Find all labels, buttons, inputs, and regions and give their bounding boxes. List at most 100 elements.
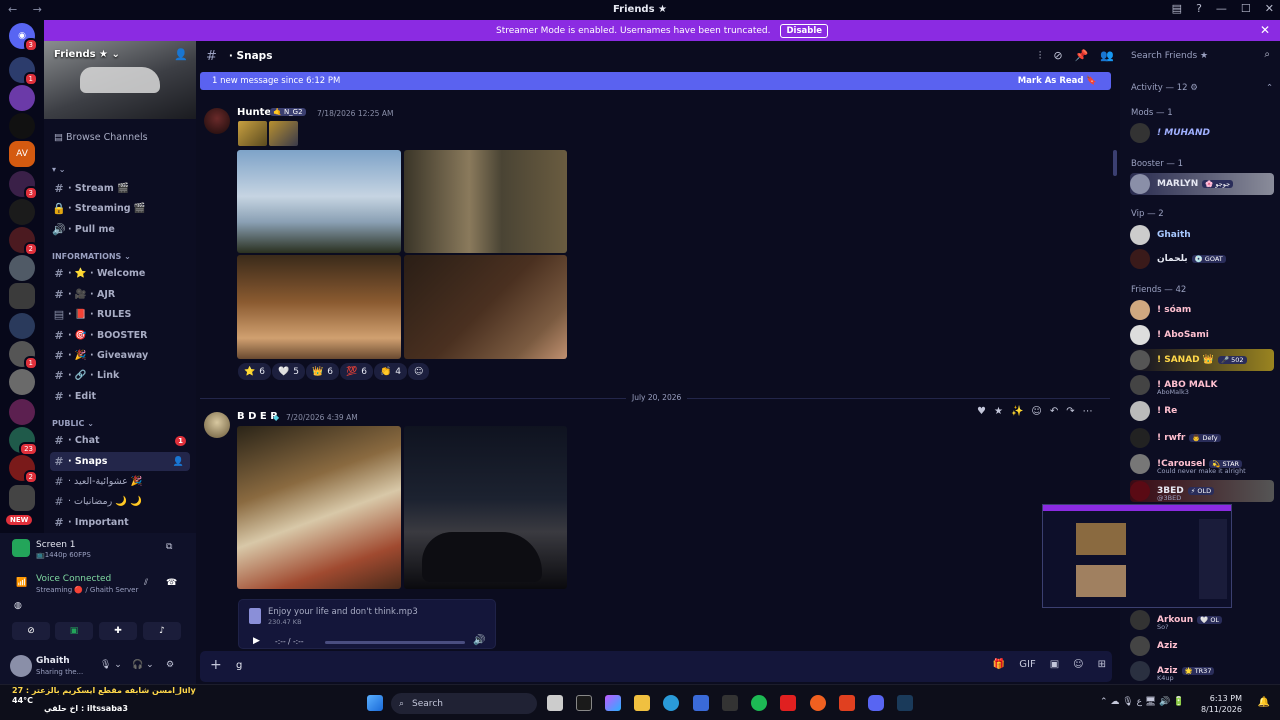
channel-streaming[interactable]: 🔒 · Streaming 🎬	[50, 199, 190, 218]
audio-progress[interactable]	[325, 641, 465, 644]
user-avatar[interactable]	[10, 655, 32, 677]
server-icon-2[interactable]	[9, 85, 35, 111]
mic-icon[interactable]: 🎙 ⌄	[100, 660, 122, 670]
heart-react-icon[interactable]: ♥	[977, 406, 986, 417]
member-row[interactable]: MARLYN 🌸 جوجو	[1130, 173, 1274, 195]
collapsed-category[interactable]: ▾ ⌄	[52, 165, 66, 174]
channel-pull-me[interactable]: 🔊 · Pull me	[50, 220, 190, 239]
apps-icon[interactable]: ⊞	[1098, 659, 1106, 670]
help-icon[interactable]: ?	[1196, 2, 1202, 15]
new-messages-bar[interactable]: 1 new message since 6:12 PM Mark As Read…	[200, 72, 1111, 90]
camera-off-button[interactable]: ⊘	[12, 622, 50, 640]
member-row[interactable]: Aziz 🌟 TR37 K4up	[1130, 660, 1274, 682]
channel-ramadan[interactable]: # · رمضانيات 🌙 🌙	[50, 492, 190, 511]
gif-icon[interactable]: GIF	[1019, 659, 1035, 670]
threads-icon[interactable]: ⫶	[1039, 49, 1042, 63]
activity-header[interactable]: Activity — 12 ⚙	[1131, 83, 1198, 93]
channel-important[interactable]: # · Important	[50, 513, 190, 532]
windows-start-icon[interactable]	[367, 695, 383, 711]
channel-giveaway[interactable]: # · 🎉 · Giveaway	[50, 346, 190, 365]
volume-icon[interactable]: 🔊	[473, 635, 485, 646]
sparkle-react-icon[interactable]: ✨	[1011, 406, 1023, 417]
server-icon-10[interactable]	[9, 313, 35, 339]
edge-icon[interactable]	[663, 695, 679, 711]
activity-button[interactable]: ✚	[99, 622, 137, 640]
search-icon[interactable]: ⌕	[1264, 49, 1270, 60]
channel-booster[interactable]: # · 🎯 · BOOSTER	[50, 326, 190, 345]
spotify-icon[interactable]	[751, 695, 767, 711]
channel-ajr[interactable]: # · 🎥 · AJR	[50, 285, 190, 304]
add-member-icon[interactable]: 👤	[173, 457, 184, 467]
server-icon-1[interactable]: 1	[9, 57, 38, 86]
forward-icon[interactable]: ↷	[1066, 406, 1074, 417]
emoji-icon[interactable]: ☺	[1073, 659, 1083, 670]
reaction-clap[interactable]: 👏 4	[374, 363, 407, 380]
photo-coffee[interactable]	[404, 255, 567, 359]
photo-restaurant[interactable]	[237, 255, 401, 359]
youtube-icon[interactable]	[780, 695, 796, 711]
member-row[interactable]: ! SANAD 👑 🎤 502	[1130, 349, 1274, 371]
discord-home-icon[interactable]: ◉ 3	[9, 23, 38, 52]
screen-share-preview[interactable]	[1042, 504, 1232, 608]
author-avatar[interactable]	[204, 108, 230, 134]
member-row[interactable]: ! Re	[1130, 400, 1274, 422]
reply-icon[interactable]: ↶	[1050, 406, 1058, 417]
notification-bell-icon[interactable]: ⊘	[1053, 49, 1062, 63]
server-icon-12[interactable]	[9, 369, 35, 395]
composer-input[interactable]: g	[236, 660, 242, 671]
browse-channels[interactable]: ▤ Browse Channels	[54, 132, 148, 143]
add-reaction-icon[interactable]: ☺	[1031, 406, 1041, 417]
category-informations[interactable]: INFORMATIONS ⌄	[52, 252, 131, 261]
member-row[interactable]: ! ABO MALK AboMalk3	[1130, 374, 1274, 396]
noise-icon[interactable]: ⫽	[144, 578, 148, 588]
server-icon-15[interactable]: 2	[9, 455, 38, 484]
plus-icon[interactable]: +	[210, 657, 222, 673]
minimize-button[interactable]: —	[1216, 2, 1227, 15]
member-list-icon[interactable]: 👥	[1100, 49, 1114, 63]
voice-connected-label[interactable]: Voice Connected	[36, 574, 111, 584]
tray-icons[interactable]: ⌃ ☁ 🎙 ع 🖥 🔊 🔋	[1100, 697, 1184, 707]
server-icon-7[interactable]: 2	[9, 227, 38, 256]
chat-scrollbar[interactable]	[1113, 150, 1117, 176]
server-icon-5[interactable]: 3	[9, 171, 38, 200]
server-icon-4[interactable]: AV	[9, 141, 35, 167]
server-icon-11[interactable]: 1	[9, 341, 38, 370]
reaction-crown[interactable]: 👑 6	[306, 363, 339, 380]
settings-gear-icon[interactable]: ⚙	[166, 660, 174, 670]
mark-as-read-button[interactable]: Mark As Read 🔖	[1018, 76, 1097, 86]
channel-edit[interactable]: # · Edit	[50, 387, 190, 406]
popout-icon[interactable]: ⧉	[166, 542, 172, 552]
server-icon-13[interactable]	[9, 399, 35, 425]
task-view-icon[interactable]	[547, 695, 563, 711]
chatgpt-icon[interactable]	[576, 695, 592, 711]
discord-taskbar-icon[interactable]	[868, 695, 884, 711]
file-explorer-icon[interactable]	[634, 695, 650, 711]
voice-member-avatar[interactable]: ◍	[14, 601, 22, 611]
disable-button[interactable]: Disable	[780, 23, 829, 38]
maximize-button[interactable]: ☐	[1241, 2, 1251, 15]
member-row[interactable]: 3BED ⚡ OLD @3BED	[1130, 480, 1274, 502]
more-icon[interactable]: ⋯	[1083, 406, 1093, 417]
channel-random-eid[interactable]: # · عشوائية-العيد 🎉	[50, 472, 190, 491]
server-icon-16[interactable]	[9, 485, 35, 511]
taskbar-clock[interactable]: 6:13 PM 8/11/2026	[1201, 693, 1242, 715]
soundboard-button[interactable]: ♪	[143, 622, 181, 640]
channel-chat[interactable]: # · Chat 1	[50, 431, 190, 450]
member-row[interactable]: ! AboSami	[1130, 324, 1274, 346]
member-row[interactable]: ! rwfr 👨 Defy	[1130, 427, 1274, 449]
audio-filename[interactable]: Enjoy your life and don't think.mp3	[268, 607, 418, 617]
server-header[interactable]: Friends ★ ⌄ 👤	[44, 41, 196, 119]
reaction-heart[interactable]: 🤍 5	[272, 363, 305, 380]
reaction-star[interactable]: ⭐ 6	[238, 363, 271, 380]
taskbar-search[interactable]: ⌕ Search	[391, 693, 537, 714]
app-icon[interactable]	[722, 695, 738, 711]
server-name[interactable]: Friends ★ ⌄	[54, 49, 120, 60]
reaction-100[interactable]: 💯 6	[340, 363, 373, 380]
add-reaction-button[interactable]: ☺	[408, 363, 430, 380]
gift-icon[interactable]: 🎁	[993, 659, 1005, 670]
member-row[interactable]: Aziz	[1130, 635, 1274, 657]
copilot-icon[interactable]	[605, 695, 621, 711]
member-row[interactable]: !Carousel 💫 STAR Could never make it alrig…	[1130, 453, 1274, 475]
notification-bell-icon[interactable]: 🔔	[1258, 697, 1270, 708]
server-icon-14[interactable]: 23	[9, 427, 38, 456]
